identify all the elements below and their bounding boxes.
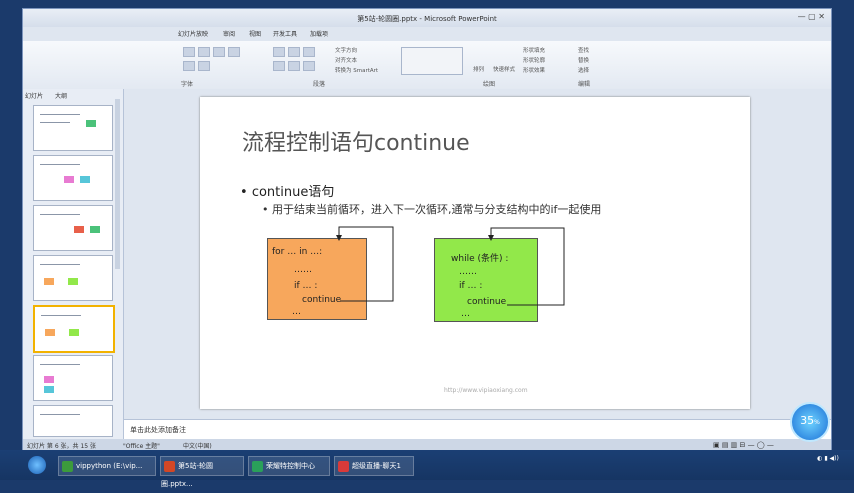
for-loop-arrow — [336, 226, 394, 302]
ribbon-tabs: 幻灯片放映 审阅 视图 开发工具 加载项 — [23, 27, 831, 41]
shape-effects-button[interactable]: 形状效果 — [523, 66, 545, 74]
align-left-icon[interactable] — [273, 61, 285, 71]
while-loop-arrow — [488, 227, 565, 306]
system-tray[interactable]: ◐ ▮ ◀)) — [808, 455, 848, 475]
align-right-icon[interactable] — [303, 61, 315, 71]
taskbar-item-control-center[interactable]: 荣耀特控制中心 — [248, 456, 330, 476]
panel-tabs: 幻灯片 大纲 — [25, 91, 67, 100]
slide-thumbnail[interactable] — [33, 155, 113, 201]
tab-view[interactable]: 视图 — [249, 29, 261, 38]
align-center-icon[interactable] — [288, 61, 300, 71]
shape-fill-button[interactable]: 形状填充 — [523, 46, 545, 54]
shadow-icon[interactable] — [198, 61, 210, 71]
live-chat-icon — [338, 460, 349, 472]
indent-icon[interactable] — [303, 47, 315, 57]
tab-slides[interactable]: 幻灯片 — [25, 93, 43, 100]
title-bar: 第5站-轮圆圈.pptx - Microsoft PowerPoint — ▢ … — [23, 9, 831, 27]
view-buttons[interactable]: ▣ ▤ ▥ ⊟ — ◯ — — [713, 441, 774, 449]
slide-editor: 流程控制语句continue • continue语句 • 用于结束当前循环，进… — [124, 89, 831, 419]
tab-addins[interactable]: 加载项 — [310, 29, 328, 38]
slide-thumbnail[interactable] — [33, 355, 113, 401]
zoom-badge[interactable]: 35% — [790, 402, 830, 442]
select-button[interactable]: 选择 — [578, 66, 589, 74]
python-icon — [62, 460, 73, 472]
taskbar-item-live-chat[interactable]: 超级直播-聊天1 — [334, 456, 414, 476]
ribbon: 文字方向 对齐文本 转换为 SmartArt 排列 快速样式 形状填充 形状轮廓… — [23, 41, 831, 90]
zoom-badge-value: 35 — [800, 414, 815, 427]
taskbar-item-powerpoint[interactable]: 第5站-轮圆圈.pptx... — [160, 456, 244, 488]
shape-outline-button[interactable]: 形状轮廓 — [523, 56, 545, 64]
taskbar-item-vippython[interactable]: vippython (E:\vip... — [58, 456, 156, 476]
taskbar-label: 超级直播-聊天1 — [352, 462, 401, 470]
tab-developer[interactable]: 开发工具 — [273, 29, 297, 38]
quick-styles-button[interactable]: 快速样式 — [493, 65, 515, 73]
underline-icon[interactable] — [213, 47, 225, 57]
window-controls[interactable]: — ▢ ✕ — [798, 12, 825, 21]
control-center-icon — [252, 460, 263, 472]
powerpoint-icon — [164, 460, 175, 472]
group-editing-label: 编辑 — [578, 81, 591, 88]
bold-icon[interactable] — [183, 47, 195, 57]
powerpoint-window: 第5站-轮圆圈.pptx - Microsoft PowerPoint — ▢ … — [22, 8, 832, 452]
italic-icon[interactable] — [198, 47, 210, 57]
zoom-badge-unit: % — [814, 419, 820, 426]
font-size-icon[interactable] — [228, 47, 240, 57]
theme-name: "Office 主题" — [123, 443, 160, 450]
font-color-icon[interactable] — [183, 61, 195, 71]
group-drawing-label: 绘图 — [483, 81, 496, 88]
taskbar-label: 荣耀特控制中心 — [266, 462, 315, 470]
arrange-button[interactable]: 排列 — [473, 65, 484, 73]
numbering-icon[interactable] — [288, 47, 300, 57]
slide-counter: 幻灯片 第 6 张，共 15 张 — [27, 443, 96, 450]
replace-button[interactable]: 替换 — [578, 56, 589, 64]
current-slide[interactable]: 流程控制语句continue • continue语句 • 用于结束当前循环，进… — [200, 97, 750, 409]
smartart-button[interactable]: 转换为 SmartArt — [335, 66, 378, 74]
taskbar: vippython (E:\vip... 第5站-轮圆圈.pptx... 荣耀特… — [0, 450, 854, 488]
taskbar-label: vippython (E:\vip... — [76, 462, 143, 470]
slide-thumbnail[interactable] — [33, 255, 113, 301]
align-text-button[interactable]: 对齐文本 — [335, 56, 357, 64]
text-direction-button[interactable]: 文字方向 — [335, 46, 357, 54]
loop-arrows — [336, 226, 565, 306]
find-button[interactable]: 查找 — [578, 46, 589, 54]
notes-placeholder: 单击此处添加备注 — [130, 426, 186, 434]
tab-review[interactable]: 审阅 — [223, 29, 235, 38]
start-button[interactable] — [28, 456, 46, 474]
group-font-label: 字体 — [181, 81, 194, 88]
slide-thumbnail[interactable] — [33, 405, 113, 437]
slide-thumbnail[interactable] — [33, 205, 113, 251]
thumbnail-scrollbar[interactable] — [115, 99, 120, 269]
group-paragraph-label: 段落 — [313, 81, 326, 88]
watermark: http://www.vipiaoxiang.com — [444, 387, 528, 394]
tab-outline[interactable]: 大纲 — [55, 93, 67, 100]
window-title: 第5站-轮圆圈.pptx - Microsoft PowerPoint — [357, 15, 497, 23]
notes-pane[interactable]: 单击此处添加备注 — [124, 419, 831, 440]
bullets-icon[interactable] — [273, 47, 285, 57]
tab-slideshow[interactable]: 幻灯片放映 — [178, 29, 208, 38]
slide-thumbnail-selected[interactable] — [33, 305, 115, 353]
slide-thumbnails-panel: 幻灯片 大纲 — [23, 89, 124, 439]
language: 中文(中国) — [183, 443, 212, 450]
slide-thumbnail[interactable] — [33, 105, 113, 151]
shapes-gallery[interactable] — [401, 47, 463, 75]
